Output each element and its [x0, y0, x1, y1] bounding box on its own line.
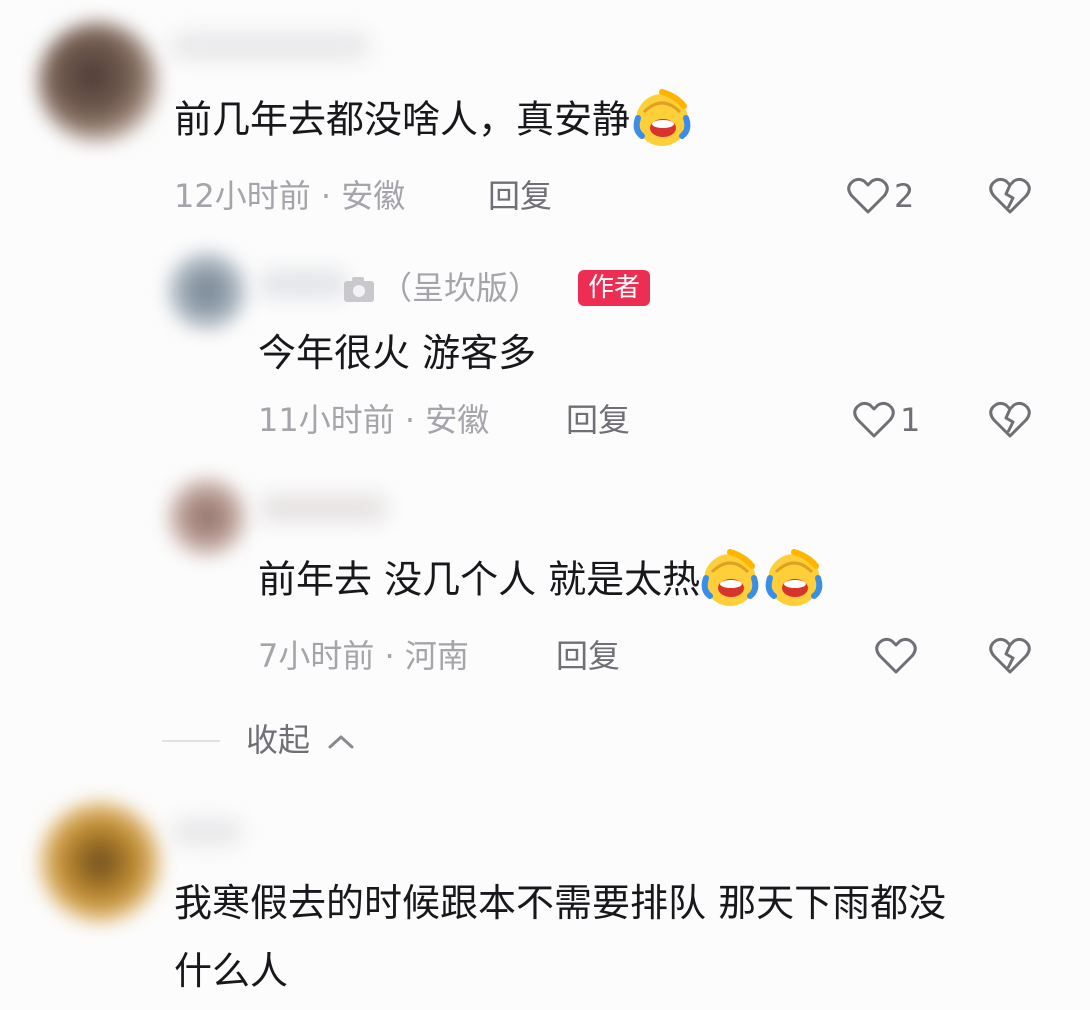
like-button[interactable]: [874, 636, 922, 676]
reply-meta: 11小时前 · 安徽: [258, 401, 490, 439]
reply-button[interactable]: 回复: [556, 636, 620, 676]
reply-button[interactable]: 回复: [566, 400, 630, 440]
laughing-crying-emoji: [701, 549, 759, 606]
username-blurred[interactable]: [258, 270, 348, 298]
broken-heart-icon: [989, 401, 1031, 438]
heart-outline-icon: [853, 401, 895, 438]
chevron-up-icon: [328, 735, 354, 749]
broken-heart-icon: [989, 177, 1031, 214]
author-badge: 作者: [578, 270, 651, 306]
like-count: 1: [900, 401, 921, 439]
like-count: 2: [894, 177, 915, 215]
reply-text: 今年很火 游客多: [258, 331, 537, 375]
comment-text-line-2: 什么人: [174, 949, 289, 993]
username-blurred[interactable]: [172, 818, 242, 846]
broken-heart-icon: [989, 637, 1031, 674]
comment-text-content: 前几年去都没啥人，真安静: [174, 97, 631, 142]
username-blurred[interactable]: [258, 494, 388, 522]
camera-icon: [344, 277, 374, 302]
comment-text-line-1: 我寒假去的时候跟本不需要排队 那天下雨都没: [174, 881, 947, 925]
collapse-divider: [162, 740, 220, 742]
reply-text: 前年去 没几个人 就是太热: [258, 549, 824, 608]
nickname-suffix: （呈坎版）: [380, 269, 541, 307]
comment-text: 前几年去都没啥人，真安静: [174, 89, 692, 148]
collapse-button[interactable]: 收起: [246, 720, 356, 760]
comment-thread: 前几年去都没啥人，真安静 12小时前 · 安徽 回复 2 （呈坎版） 作者 今年…: [0, 0, 1090, 1010]
avatar[interactable]: [40, 802, 160, 922]
like-button[interactable]: 1: [852, 400, 920, 440]
reply-meta: 7小时前 · 河南: [258, 637, 469, 675]
laughing-crying-emoji: [633, 89, 691, 146]
dislike-button[interactable]: [988, 400, 1032, 444]
collapse-label: 收起: [246, 721, 311, 759]
like-button[interactable]: 2: [846, 176, 914, 216]
heart-outline-icon: [875, 637, 917, 674]
reply-text-content: 前年去 没几个人 就是太热: [258, 557, 701, 602]
heart-outline-icon: [847, 177, 889, 214]
comment-meta: 12小时前 · 安徽: [174, 177, 406, 215]
laughing-crying-emoji: [765, 549, 823, 606]
avatar[interactable]: [168, 252, 246, 330]
username-blurred[interactable]: [170, 32, 370, 60]
reply-button[interactable]: 回复: [488, 176, 552, 216]
avatar[interactable]: [38, 22, 158, 142]
avatar[interactable]: [168, 478, 246, 556]
dislike-button[interactable]: [988, 176, 1032, 220]
dislike-button[interactable]: [988, 636, 1032, 680]
